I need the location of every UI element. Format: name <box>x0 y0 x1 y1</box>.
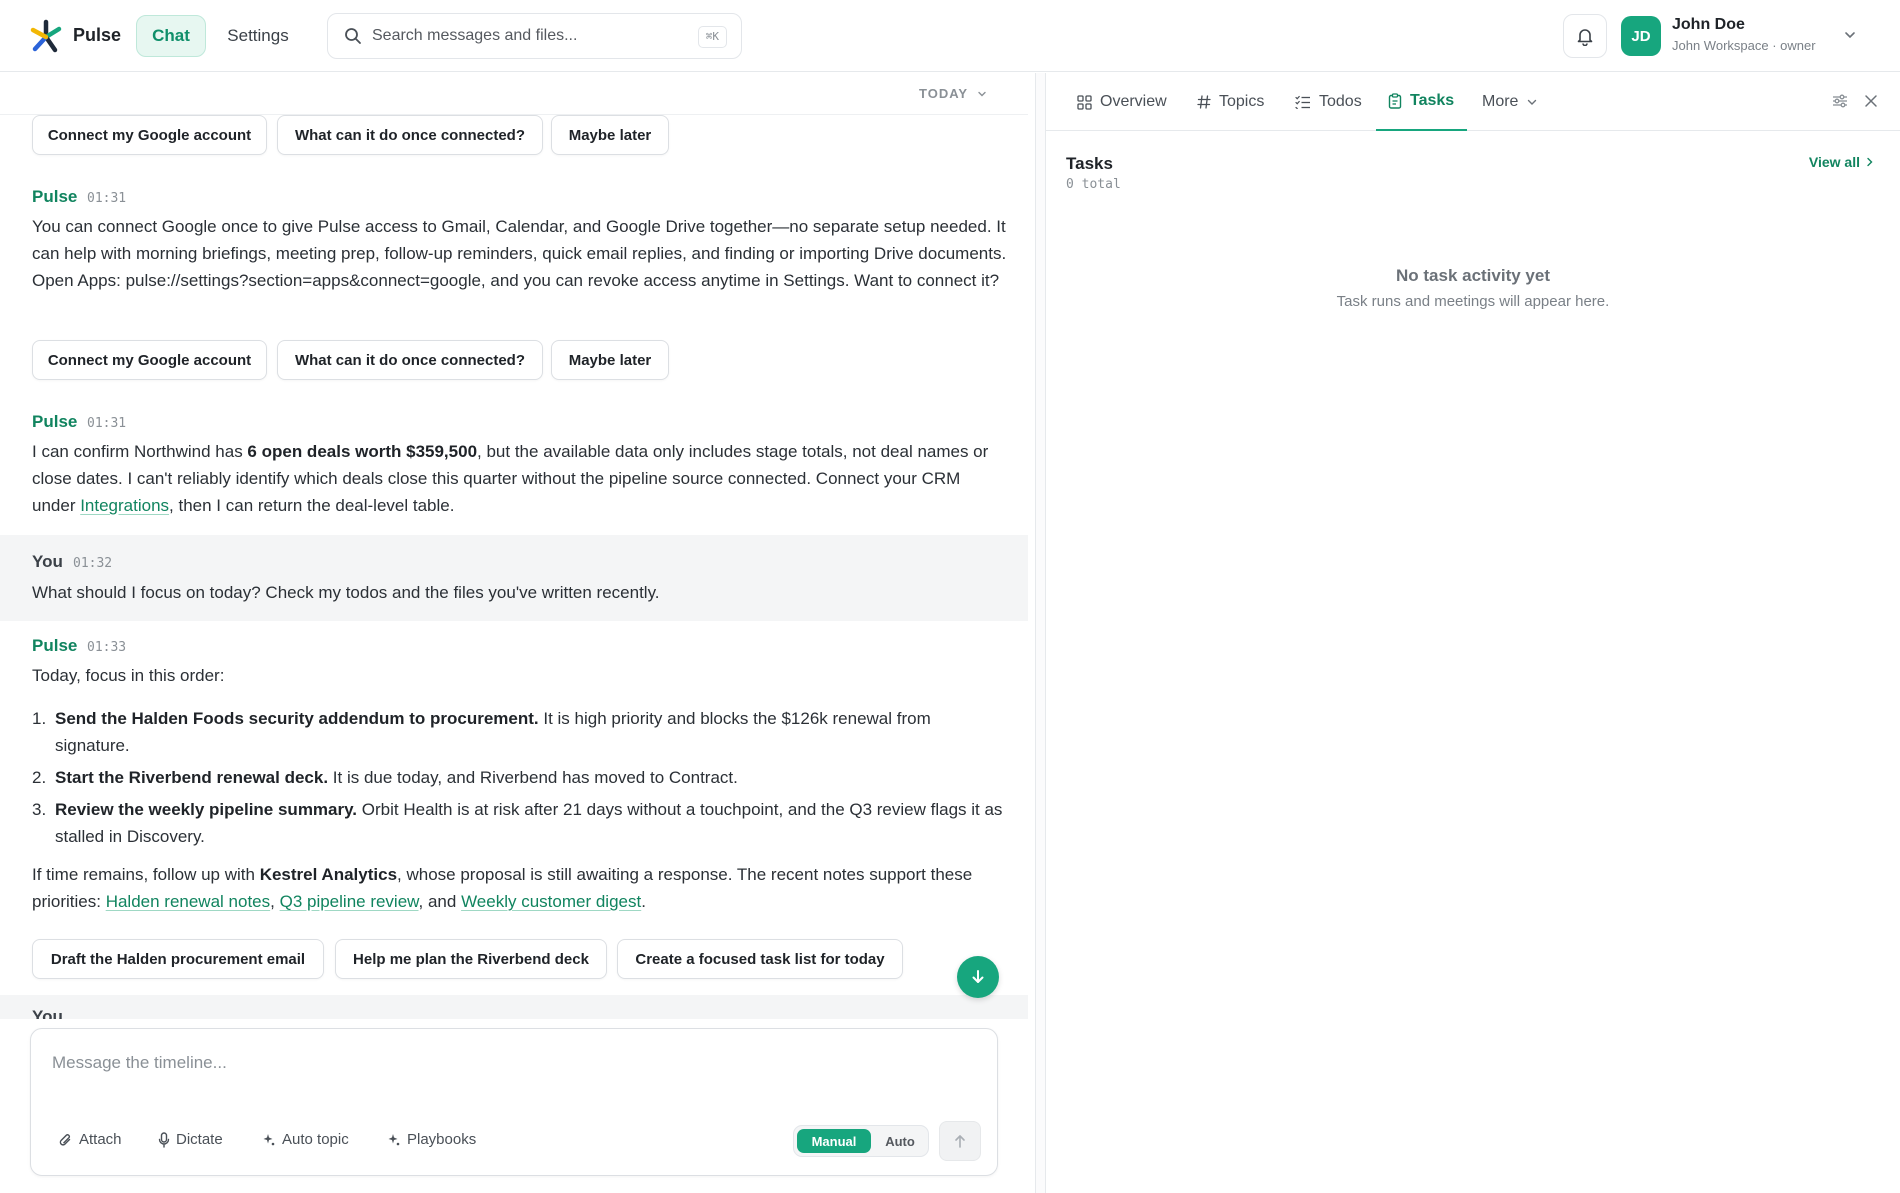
scroll-to-bottom-button[interactable] <box>957 956 999 998</box>
checklist-icon <box>1295 95 1311 109</box>
user-avatar[interactable]: JD <box>1621 16 1661 56</box>
user-workspace: John Workspace · owner <box>1672 38 1816 53</box>
playbooks-button[interactable]: Playbooks <box>387 1131 476 1148</box>
suggestion-chip[interactable]: Create a focused task list for today <box>617 939 903 979</box>
note-link-q3-pipeline[interactable]: Q3 pipeline review <box>280 892 419 911</box>
user-name[interactable]: John Doe <box>1672 16 1745 34</box>
clipboard-icon <box>1388 93 1402 109</box>
hash-icon <box>1197 95 1211 109</box>
tab-tasks[interactable]: Tasks <box>1376 73 1467 131</box>
brand-name: Pulse <box>73 25 122 45</box>
message-intro: Today, focus in this order: <box>32 666 225 685</box>
search-input[interactable]: Search messages and files... ⌘K <box>327 13 742 59</box>
pulse-logo-icon[interactable] <box>28 18 64 54</box>
microphone-icon <box>158 1131 170 1148</box>
search-placeholder: Search messages and files... <box>372 27 578 44</box>
arrow-down-icon <box>969 968 987 986</box>
message-input[interactable]: Message the timeline... <box>52 1053 227 1073</box>
notifications-button[interactable] <box>1563 14 1607 58</box>
search-shortcut-badge: ⌘K <box>697 26 727 48</box>
chat-timeline: TODAY Connect my Google account What can… <box>0 73 1035 1193</box>
suggestion-chip[interactable]: Maybe later <box>551 115 669 155</box>
day-chevron-down-icon[interactable] <box>977 89 987 99</box>
paperclip-icon <box>59 1132 73 1148</box>
auto-topic-button[interactable]: Auto topic <box>262 1131 349 1148</box>
suggestion-chip[interactable]: Maybe later <box>551 340 669 380</box>
note-link-weekly-digest[interactable]: Weekly customer digest <box>461 892 641 911</box>
chevron-down-icon <box>1526 96 1538 108</box>
dictate-button[interactable]: Dictate <box>158 1131 223 1148</box>
send-button[interactable] <box>939 1121 981 1161</box>
message-time: 01:32 <box>73 556 113 571</box>
mode-manual-option[interactable]: Manual <box>797 1129 871 1153</box>
empty-state-subtitle: Task runs and meetings will appear here. <box>1336 293 1610 310</box>
chevron-right-icon <box>1866 157 1874 167</box>
task-count: 0 total <box>1066 177 1121 192</box>
nav-chat-tab[interactable]: Chat <box>136 15 206 57</box>
note-link-halden[interactable]: Halden renewal notes <box>106 892 270 911</box>
tab-topics[interactable]: Topics <box>1197 73 1264 131</box>
sparkle-icon <box>387 1133 401 1147</box>
message-time: 01:33 <box>87 640 127 655</box>
user-menu-chevron-down-icon[interactable] <box>1843 28 1857 42</box>
grid-icon <box>1077 94 1092 110</box>
message-sender: You <box>32 552 63 571</box>
nav-settings-tab[interactable]: Settings <box>218 15 298 57</box>
sparkle-icon <box>262 1133 276 1147</box>
next-message-peek <box>0 995 1028 1019</box>
side-panel: Overview Topics Todos Tasks More Tasks 0… <box>1046 73 1900 1193</box>
suggestion-chip[interactable]: What can it do once connected? <box>277 115 543 155</box>
mode-auto-option[interactable]: Auto <box>874 1129 926 1153</box>
suggestion-chip[interactable]: Draft the Halden procurement email <box>32 939 324 979</box>
message-text: What should I focus on today? Check my t… <box>32 583 660 602</box>
suggestion-chip[interactable]: Connect my Google account <box>32 340 267 380</box>
tab-overview[interactable]: Overview <box>1077 73 1167 131</box>
suggestion-chip[interactable]: What can it do once connected? <box>277 340 543 380</box>
empty-state-title: No task activity yet <box>1395 266 1550 285</box>
day-separator: TODAY <box>0 73 1028 115</box>
message-composer: Message the timeline... Attach Dictate A… <box>30 1028 998 1176</box>
tab-more[interactable]: More <box>1482 73 1538 131</box>
message-outro: If time remains, follow up with Kestrel … <box>32 865 973 911</box>
deal-summary: 6 open deals worth $359,500 <box>247 442 478 461</box>
message-time: 01:31 <box>87 191 127 206</box>
sliders-icon[interactable] <box>1832 93 1848 109</box>
message-sender: Pulse <box>32 412 78 431</box>
message-time: 01:31 <box>87 416 127 431</box>
side-panel-tabs: Overview Topics Todos Tasks More <box>1046 73 1900 131</box>
bell-icon <box>1575 26 1595 46</box>
message-sender: You <box>32 1007 63 1019</box>
message-text: You can connect Google once to give Puls… <box>32 217 1007 290</box>
list-item: 3. Review the weekly pipeline summary. Or… <box>32 800 1003 846</box>
list-item: 1. Send the Halden Foods security addendu… <box>32 709 931 755</box>
suggestion-chip[interactable]: Help me plan the Riverbend deck <box>335 939 607 979</box>
priority-list: 1. Send the Halden Foods security addendu… <box>32 705 1007 855</box>
view-all-link[interactable]: View all <box>1809 154 1874 170</box>
panel-resize-handle[interactable] <box>1035 73 1046 1193</box>
suggestion-chip[interactable]: Connect my Google account <box>32 115 267 155</box>
arrow-up-icon <box>953 1133 967 1149</box>
list-item: 2. Start the Riverbend renewal deck. It i… <box>32 768 738 787</box>
user-message <box>0 535 1028 621</box>
attach-button[interactable]: Attach <box>59 1131 122 1148</box>
message-sender: Pulse <box>32 636 78 655</box>
close-icon[interactable] <box>1863 93 1879 109</box>
message-sender: Pulse <box>32 187 78 206</box>
tab-todos[interactable]: Todos <box>1295 73 1362 131</box>
day-label[interactable]: TODAY <box>919 86 968 101</box>
top-bar: Pulse Chat Settings Search messages and … <box>0 0 1900 72</box>
integrations-link[interactable]: Integrations <box>80 496 169 515</box>
mode-toggle: Manual Auto <box>793 1125 929 1157</box>
panel-title: Tasks <box>1066 154 1113 173</box>
message-text: I can confirm Northwind has 6 open deals… <box>32 442 989 515</box>
search-icon <box>344 27 362 45</box>
